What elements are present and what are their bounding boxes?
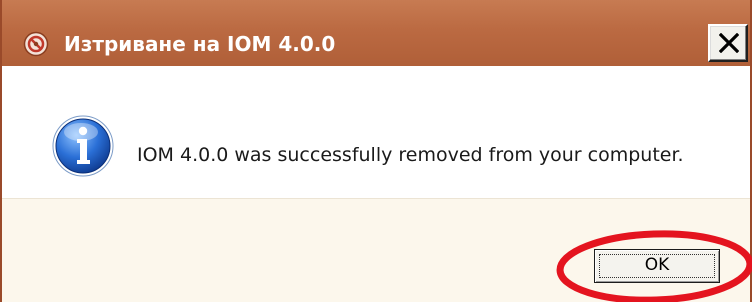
window-title: Изтриване на IOM 4.0.0: [64, 32, 336, 56]
message-area: IOM 4.0.0 was successfully removed from …: [2, 66, 750, 198]
info-icon: [51, 114, 115, 178]
message-text: IOM 4.0.0 was successfully removed from …: [137, 144, 684, 166]
title-bar: Изтриване на IOM 4.0.0: [2, 0, 750, 66]
close-x-icon: [719, 33, 739, 53]
ok-button-label: OK: [644, 255, 670, 275]
uninstall-app-icon: [23, 31, 49, 57]
close-button[interactable]: [708, 24, 748, 62]
button-bar: OK: [2, 198, 750, 302]
ok-button[interactable]: OK: [594, 249, 720, 283]
uninstall-dialog: Изтриване на IOM 4.0.0 IOM 4.0.0 was suc…: [0, 0, 752, 302]
